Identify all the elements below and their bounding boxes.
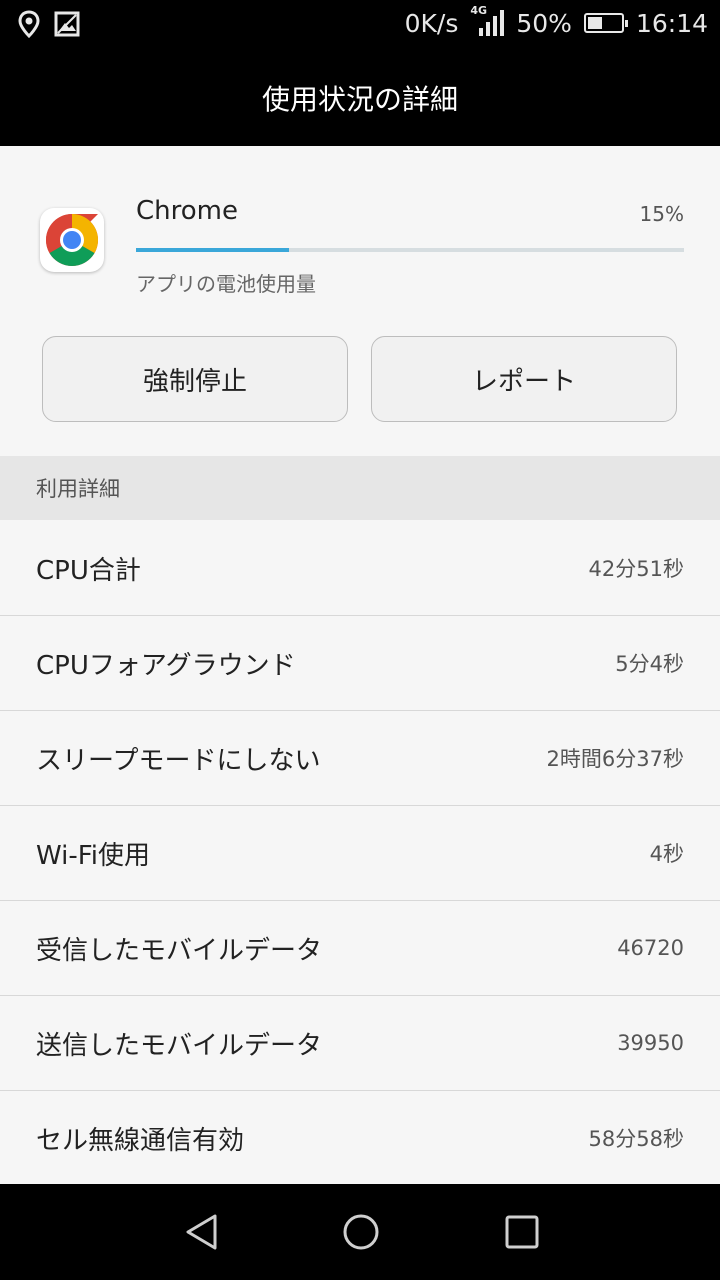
item-value: 2時間6分37秒 bbox=[546, 747, 684, 771]
force-stop-button[interactable]: 強制停止 bbox=[42, 336, 348, 422]
battery-fill bbox=[587, 17, 602, 29]
item-label: CPUフォアグラウンド bbox=[36, 650, 296, 681]
signal-icon: 4G bbox=[470, 4, 505, 38]
app-battery-percent: 15% bbox=[639, 202, 684, 226]
home-icon[interactable] bbox=[341, 1212, 381, 1252]
details-list: CPU合計 42分51秒 CPUフォアグラウンド 5分4秒 スリープモードにしな… bbox=[0, 521, 720, 1185]
item-value: 46720 bbox=[617, 936, 684, 960]
network-speed: 0K/s bbox=[404, 8, 459, 38]
recents-icon[interactable] bbox=[502, 1212, 542, 1252]
battery-percent: 50% bbox=[516, 8, 572, 38]
back-icon[interactable] bbox=[182, 1212, 222, 1252]
battery-usage-fill bbox=[136, 248, 290, 252]
list-item: CPU合計 42分51秒 bbox=[0, 521, 720, 616]
item-label: セル無線通信有効 bbox=[36, 1125, 245, 1156]
section-title: 利用詳細 bbox=[36, 477, 120, 501]
location-icon bbox=[18, 10, 40, 42]
item-value: 58分58秒 bbox=[588, 1127, 684, 1151]
list-item: Wi-Fi使用 4秒 bbox=[0, 806, 720, 901]
navigation-bar bbox=[0, 1184, 720, 1280]
app-name: Chrome bbox=[136, 196, 238, 226]
item-label: 受信したモバイルデータ bbox=[36, 935, 323, 966]
item-value: 39950 bbox=[617, 1031, 684, 1055]
image-icon bbox=[54, 11, 80, 41]
chrome-icon bbox=[40, 208, 104, 272]
item-value: 4秒 bbox=[649, 842, 684, 866]
item-label: CPU合計 bbox=[36, 555, 141, 586]
list-item: セル無線通信有効 58分58秒 bbox=[0, 1091, 720, 1185]
list-item: 送信したモバイルデータ 39950 bbox=[0, 996, 720, 1091]
battery-usage-bar bbox=[136, 248, 684, 252]
item-label: スリープモードにしない bbox=[36, 745, 321, 776]
page-title: 使用状況の詳細 bbox=[261, 83, 458, 116]
status-bar: 0K/s 4G 50% 16:14 bbox=[0, 0, 720, 50]
list-item: 受信したモバイルデータ 46720 bbox=[0, 901, 720, 996]
battery-icon bbox=[583, 13, 628, 33]
item-value: 42分51秒 bbox=[588, 557, 684, 581]
report-button[interactable]: レポート bbox=[371, 336, 677, 422]
item-value: 5分4秒 bbox=[615, 652, 684, 676]
item-label: 送信したモバイルデータ bbox=[36, 1030, 323, 1061]
app-subtitle: アプリの電池使用量 bbox=[136, 272, 316, 296]
list-item: スリープモードにしない 2時間6分37秒 bbox=[0, 711, 720, 806]
clock: 16:14 bbox=[635, 8, 708, 38]
list-item: CPUフォアグラウンド 5分4秒 bbox=[0, 616, 720, 711]
item-label: Wi-Fi使用 bbox=[36, 840, 151, 871]
title-bar: 使用状況の詳細 bbox=[0, 50, 720, 146]
section-header: 利用詳細 bbox=[0, 456, 720, 520]
